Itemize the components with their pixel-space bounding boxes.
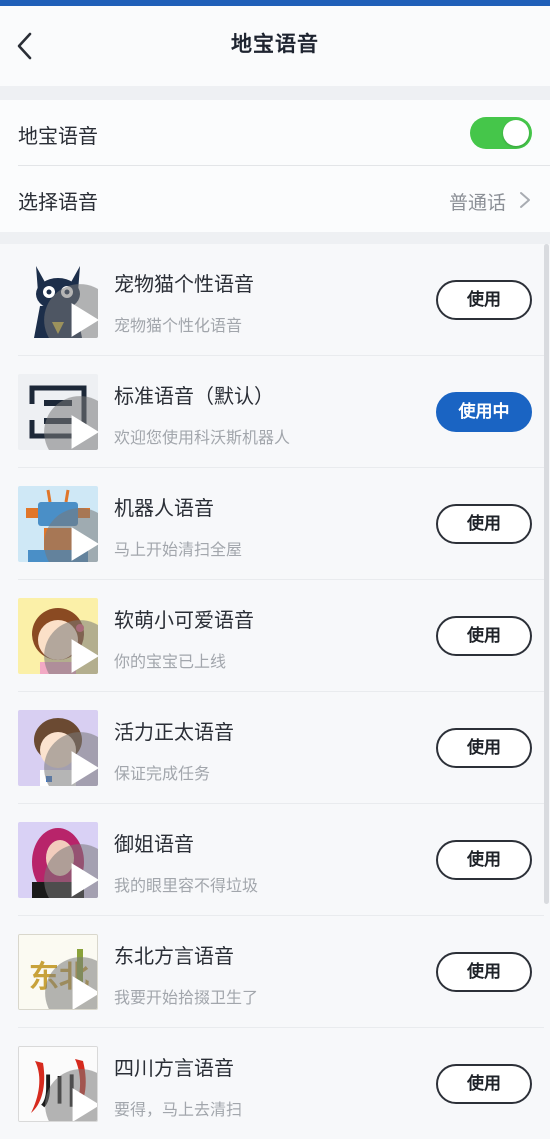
- play-icon: [44, 732, 98, 786]
- voice-subtitle: 我的眼里容不得垃圾: [114, 876, 259, 895]
- play-icon: [44, 284, 98, 338]
- voice-item-robot[interactable]: 机器人语音 马上开始清扫全屋 使用: [0, 468, 544, 580]
- voice-item-boy[interactable]: 活力正太语音 保证完成任务 使用: [0, 692, 544, 804]
- page-title: 地宝语音: [231, 32, 319, 56]
- voice-subtitle: 马上开始清扫全屋: [114, 540, 243, 559]
- select-language-row[interactable]: 选择语音 普通话: [0, 166, 550, 232]
- voice-subtitle: 要得，马上去清扫: [114, 1100, 243, 1119]
- voice-thumbnail[interactable]: [18, 262, 98, 338]
- voice-title: 机器人语音: [114, 496, 214, 520]
- use-voice-button[interactable]: 使用: [436, 280, 532, 320]
- voice-thumbnail[interactable]: [18, 374, 98, 450]
- voice-item-lady[interactable]: 御姐语音 我的眼里容不得垃圾 使用: [0, 804, 544, 916]
- voice-thumbnail[interactable]: [18, 822, 98, 898]
- voice-item-cute[interactable]: 软萌小可爱语音 你的宝宝已上线 使用: [0, 580, 544, 692]
- toggle-knob: [503, 120, 529, 146]
- voice-item-pet-cat[interactable]: 宠物猫个性语音 宠物猫个性化语音 使用: [0, 244, 544, 356]
- voice-subtitle: 我要开始拾掇卫生了: [114, 988, 259, 1007]
- play-icon: [44, 620, 98, 674]
- settings-card: 地宝语音 选择语音 普通话: [0, 100, 550, 232]
- use-voice-button[interactable]: 使用: [436, 952, 532, 992]
- use-voice-button[interactable]: 使用: [436, 1064, 532, 1104]
- in-use-button[interactable]: 使用中: [436, 392, 532, 432]
- use-voice-button[interactable]: 使用: [436, 840, 532, 880]
- voice-item-standard[interactable]: 标准语音（默认） 欢迎您使用科沃斯机器人 使用中: [0, 356, 544, 468]
- voice-thumbnail[interactable]: 东北: [18, 934, 98, 1010]
- voice-list[interactable]: 宠物猫个性语音 宠物猫个性化语音 使用 标准语音（默认） 欢迎您使用科沃斯机器人…: [0, 244, 550, 1139]
- app-header: 地宝语音: [0, 6, 550, 86]
- voice-subtitle: 你的宝宝已上线: [114, 652, 227, 671]
- select-language-label: 选择语音: [18, 190, 98, 214]
- scrollbar[interactable]: [544, 244, 549, 904]
- play-icon: [44, 396, 98, 450]
- voice-subtitle: 保证完成任务: [114, 764, 211, 783]
- voice-thumbnail[interactable]: [18, 486, 98, 562]
- voice-subtitle: 欢迎您使用科沃斯机器人: [114, 428, 291, 447]
- voice-title: 御姐语音: [114, 832, 194, 856]
- play-icon: [45, 1069, 97, 1121]
- voice-item-northeast-dialect[interactable]: 东北 东北方言语音 我要开始拾掇卫生了 使用: [0, 916, 544, 1028]
- voice-title: 四川方言语音: [114, 1056, 234, 1080]
- voice-toggle-label: 地宝语音: [18, 124, 98, 148]
- voice-toggle[interactable]: [470, 117, 532, 149]
- use-voice-button[interactable]: 使用: [436, 616, 532, 656]
- use-voice-button[interactable]: 使用: [436, 728, 532, 768]
- voice-title: 东北方言语音: [114, 944, 234, 968]
- voice-subtitle: 宠物猫个性化语音: [114, 316, 243, 335]
- play-icon: [44, 508, 98, 562]
- voice-title: 标准语音（默认）: [114, 384, 274, 408]
- voice-title: 活力正太语音: [114, 720, 234, 744]
- use-voice-button[interactable]: 使用: [436, 504, 532, 544]
- voice-thumbnail[interactable]: 川: [18, 1046, 98, 1122]
- voice-thumbnail[interactable]: [18, 598, 98, 674]
- play-icon: [45, 957, 97, 1009]
- voice-title: 软萌小可爱语音: [114, 608, 254, 632]
- chevron-right-icon: [520, 192, 530, 208]
- voice-thumbnail[interactable]: [18, 710, 98, 786]
- voice-title: 宠物猫个性语音: [114, 272, 254, 296]
- voice-toggle-row: 地宝语音: [0, 100, 550, 166]
- play-icon: [44, 844, 98, 898]
- voice-item-sichuan-dialect[interactable]: 川 四川方言语音 要得，马上去清扫 使用: [0, 1028, 544, 1139]
- select-language-value: 普通话: [448, 192, 506, 214]
